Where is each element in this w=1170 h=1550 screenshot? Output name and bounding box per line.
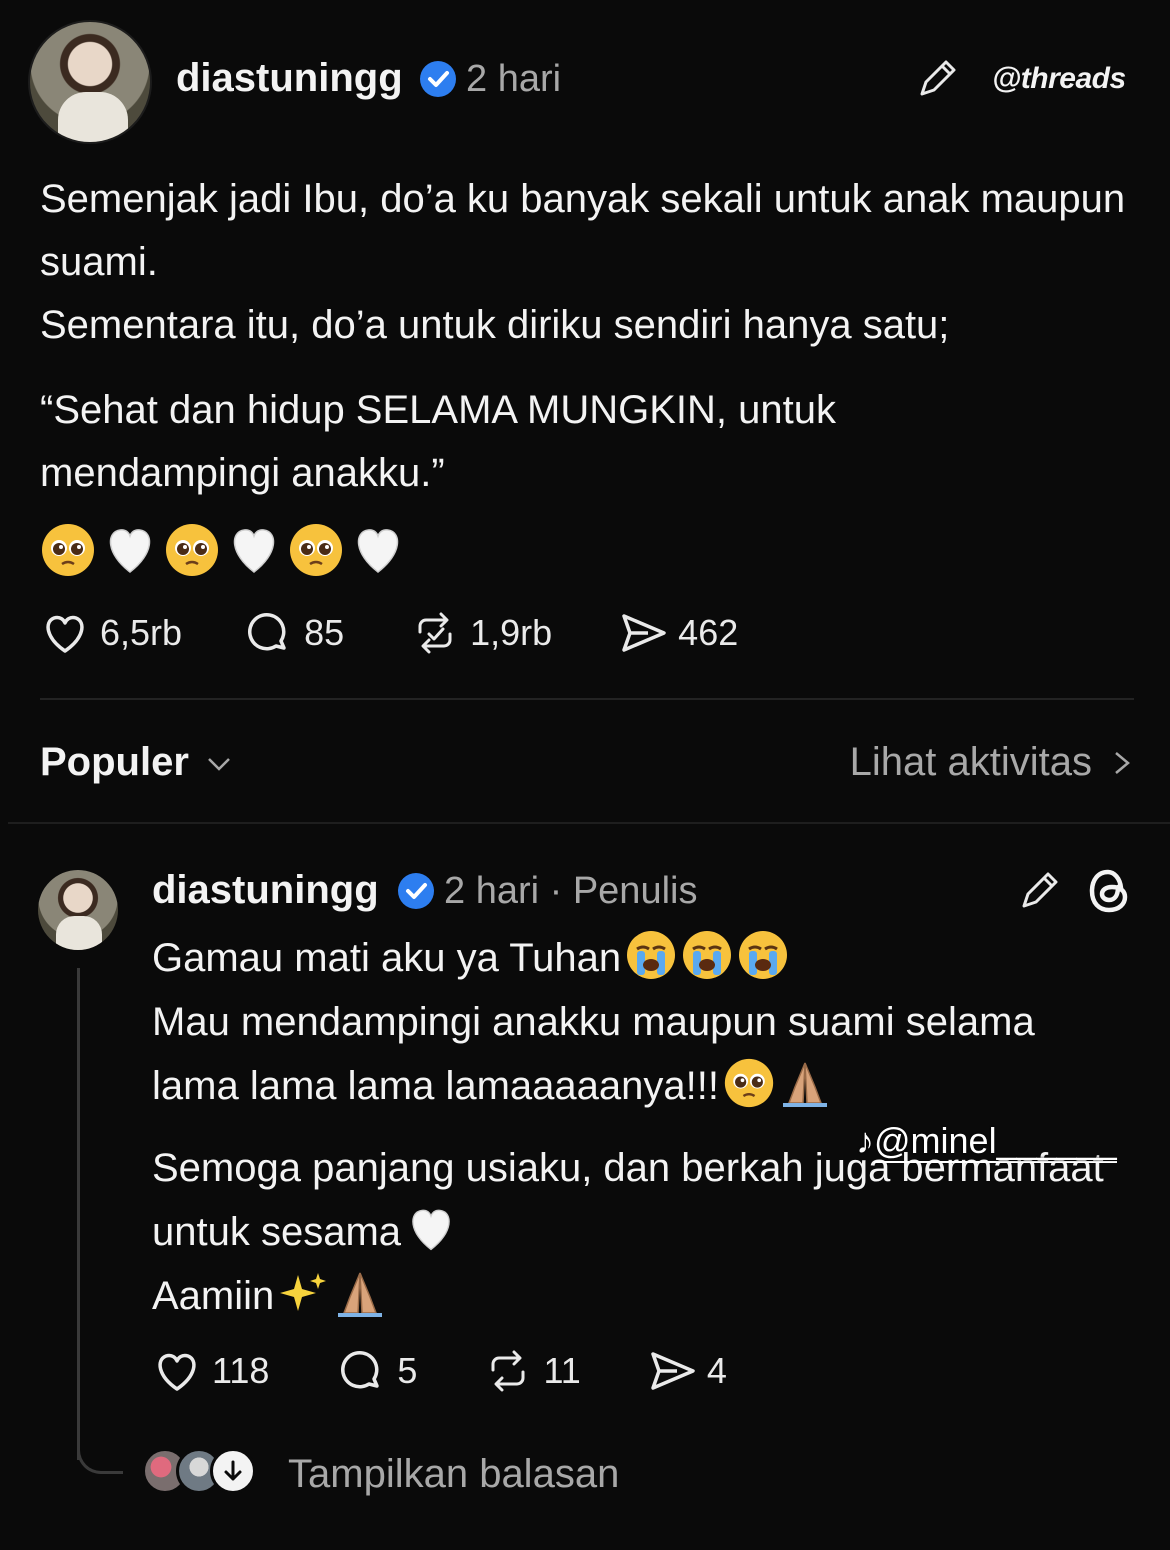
repost-icon <box>418 612 452 654</box>
reply-author-avatar[interactable] <box>38 870 118 950</box>
post-body: Semenjak jadi Ibu, do’a ku banyak sekali… <box>40 168 1140 505</box>
folded-hands-icon <box>782 1062 827 1107</box>
white-heart-icon <box>412 1209 450 1251</box>
repost-count: 1,9rb <box>470 612 553 653</box>
author-username[interactable]: diastuningg <box>176 56 403 101</box>
heart-icon <box>46 615 84 653</box>
tiktok-watermark: ♪@minel______ <box>856 1120 1117 1163</box>
reply-line: Aamiin <box>152 1264 1132 1328</box>
repost-button[interactable]: 11 <box>483 1346 581 1396</box>
white-heart-icon <box>109 529 151 573</box>
repost-count: 11 <box>543 1350 581 1391</box>
repost-button[interactable]: 1,9rb <box>410 608 552 658</box>
sort-dropdown[interactable]: Populer <box>40 740 235 785</box>
reply-author-username[interactable]: diastuningg <box>152 868 379 913</box>
emoji-row <box>40 522 406 578</box>
share-button[interactable]: 462 <box>618 608 738 658</box>
show-replies-link[interactable]: Tampilkan balasan <box>288 1452 619 1497</box>
threads-logo: @threads <box>992 62 1126 96</box>
like-count: 118 <box>212 1350 270 1391</box>
share-count: 4 <box>706 1350 727 1391</box>
white-heart-icon <box>233 529 275 573</box>
reply-avatars[interactable] <box>142 1448 256 1494</box>
post-paragraph: Sementara itu, do’a untuk diriku sendiri… <box>40 303 950 347</box>
pleading-face-icon <box>42 524 94 576</box>
heart-icon <box>158 1353 196 1391</box>
post-time: 2 hari <box>466 58 562 100</box>
threads-at-icon: @ <box>992 62 1021 95</box>
author-avatar[interactable] <box>28 20 152 144</box>
thread-line <box>77 968 80 1460</box>
folded-hands-icon <box>338 1272 383 1317</box>
reply-line-text: Mau mendampingi anakku maupun suami sela… <box>152 1000 1035 1108</box>
reply-line-text: Gamau mati aku ya Tuhan <box>152 936 622 980</box>
repost-icon <box>491 1350 525 1392</box>
view-activity-link[interactable]: Lihat aktivitas <box>850 740 1134 785</box>
edit-pencil-icon[interactable] <box>914 56 960 102</box>
sparkles-icon <box>280 1273 327 1311</box>
arrow-down-icon <box>224 1460 242 1481</box>
send-icon <box>622 614 666 652</box>
loudly-crying-face-icon <box>739 931 788 979</box>
reply-meta: 2 hari · Penulis <box>444 870 698 912</box>
divider <box>40 698 1134 700</box>
section-separator <box>8 822 1170 824</box>
view-activity-label: Lihat aktivitas <box>849 740 1092 784</box>
white-heart-icon <box>357 529 399 573</box>
reply-line-text: Aamiin <box>152 1274 275 1318</box>
comment-bubble-icon <box>341 1350 380 1389</box>
chevron-down-icon <box>208 757 230 771</box>
share-button[interactable]: 4 <box>647 1346 727 1396</box>
comment-count: 85 <box>304 612 345 653</box>
pleading-face-icon <box>166 524 218 576</box>
like-button[interactable]: 6,5rb <box>40 608 182 658</box>
threads-wordmark: threads <box>1020 62 1126 95</box>
loudly-crying-face-icon <box>627 931 676 979</box>
threads-icon[interactable] <box>1084 866 1134 916</box>
send-icon <box>651 1352 695 1390</box>
tiktok-icon: ♪ <box>856 1120 874 1161</box>
pleading-face-icon <box>724 1058 774 1108</box>
watermark-handle: @minel______ <box>874 1120 1117 1163</box>
comment-button[interactable]: 85 <box>244 608 344 658</box>
loudly-crying-face-icon <box>683 931 732 979</box>
reply-line: Gamau mati aku ya Tuhan <box>152 926 1132 990</box>
post-paragraph: “Sehat dan hidup SELAMA MUNGKIN, untuk m… <box>40 388 836 495</box>
pleading-face-icon <box>290 524 342 576</box>
share-count: 462 <box>678 612 739 653</box>
comment-count: 5 <box>397 1350 418 1391</box>
reply-line: Mau mendampingi anakku maupun suami sela… <box>152 990 1132 1118</box>
verified-badge-icon <box>420 61 456 97</box>
post-paragraph: Semenjak jadi Ibu, do’a ku banyak sekali… <box>40 177 1126 284</box>
edit-pencil-icon[interactable] <box>1016 868 1062 914</box>
reply-actions: 118 5 11 4 <box>152 1346 727 1396</box>
show-replies-button[interactable] <box>210 1448 256 1494</box>
sort-label: Populer <box>40 740 189 784</box>
thread-line-curve <box>77 1440 123 1474</box>
chevron-right-icon <box>1115 751 1130 774</box>
verified-badge-icon <box>398 873 434 909</box>
comment-bubble-icon <box>248 612 286 651</box>
post-actions: 6,5rb 85 1,9rb 462 <box>40 608 738 658</box>
like-count: 6,5rb <box>100 612 183 653</box>
main-post: diastuningg 2 hari @threads Semenjak jad… <box>0 0 1170 820</box>
like-button[interactable]: 118 <box>152 1346 269 1396</box>
comment-button[interactable]: 5 <box>337 1346 417 1396</box>
